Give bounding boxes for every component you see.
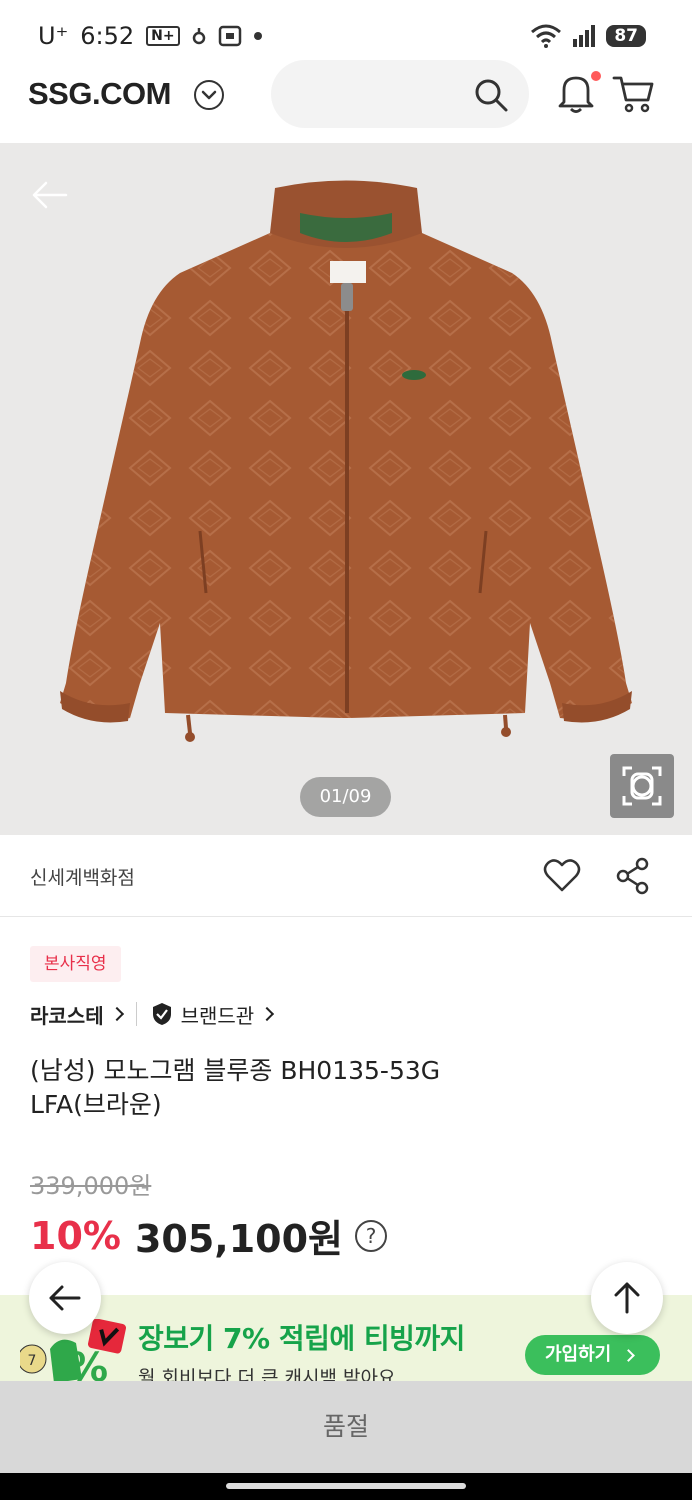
- clock: 6:52: [80, 22, 135, 50]
- share-icon[interactable]: [616, 857, 650, 895]
- chevron-right-icon: [109, 1006, 124, 1022]
- divider: [135, 1002, 137, 1026]
- brand-link[interactable]: 라코스테: [30, 1000, 104, 1029]
- brand-row: 라코스테 브랜드관: [30, 998, 275, 1030]
- dot-icon: [253, 32, 262, 40]
- notification-icon: [192, 28, 205, 45]
- chevron-right-icon: [260, 1006, 275, 1022]
- search-icon[interactable]: [473, 77, 509, 113]
- notification-dot: [591, 71, 601, 81]
- price-row: 10% 305,100원 ?: [30, 1208, 388, 1263]
- promo-subtitle: 월 회비보다 더 큰 캐시백 받아요: [138, 1367, 396, 1381]
- original-price: 339,000원: [30, 1172, 152, 1200]
- product-title: (남성) 모노그램 블루종 BH0135-53G LFA(브라운): [30, 1056, 441, 1119]
- sale-price: 305,100원: [134, 1217, 344, 1261]
- system-nav-bar: [0, 1473, 692, 1500]
- image-search-button[interactable]: [610, 754, 674, 818]
- mall-switch-chevron-icon[interactable]: [194, 80, 224, 110]
- back-floating-button[interactable]: [29, 1262, 101, 1334]
- seller-name[interactable]: 신세계백화점: [30, 863, 135, 890]
- site-logo[interactable]: SSG.COM: [28, 76, 171, 112]
- join-button-label: 가입하기: [545, 1344, 612, 1365]
- official-store-badge: 본사직영: [30, 946, 121, 982]
- chevron-right-icon: [621, 1349, 635, 1362]
- search-input[interactable]: [271, 60, 529, 128]
- arrow-left-icon: [49, 1285, 81, 1311]
- svg-text:%: %: [68, 1345, 108, 1381]
- camera-lens-icon: [622, 766, 662, 806]
- join-button[interactable]: 가입하기: [525, 1335, 660, 1375]
- discount-rate: 10%: [30, 1213, 121, 1258]
- home-gesture-pill[interactable]: [226, 1483, 466, 1489]
- promo-title: 장보기 7% 적립에 티빙까지: [138, 1322, 465, 1355]
- nfc-icon: N+: [146, 26, 180, 46]
- sold-out-bar: 품절: [0, 1381, 692, 1473]
- svg-text:7: 7: [28, 1353, 37, 1369]
- carrier-label: U⁺: [38, 22, 69, 50]
- wishlist-heart-icon[interactable]: [543, 857, 581, 893]
- app-header: SSG.COM: [0, 56, 692, 136]
- wifi-icon: [531, 24, 562, 48]
- image-counter: 01/09: [300, 777, 391, 817]
- battery-indicator: 87: [606, 25, 646, 47]
- notification-bell-icon[interactable]: [556, 72, 596, 114]
- brand-store-link[interactable]: 브랜드관: [181, 1000, 255, 1029]
- cart-icon[interactable]: [612, 74, 654, 114]
- seller-row: 신세계백화점: [0, 835, 692, 917]
- scroll-top-button[interactable]: [591, 1262, 663, 1334]
- product-image-gallery[interactable]: 01/09: [0, 143, 692, 835]
- price-help-icon[interactable]: ?: [355, 1219, 388, 1252]
- signal-icon: [573, 25, 596, 47]
- membership-promo-banner[interactable]: 7 % 장보기 7% 적립에 티빙까지 월 회비보다 더 큰 캐시백 받아요 가…: [0, 1295, 692, 1381]
- arrow-up-icon: [614, 1282, 640, 1314]
- product-jacket-image: [60, 180, 632, 742]
- shield-check-icon: [152, 1003, 171, 1025]
- screenshot-icon: [218, 25, 241, 47]
